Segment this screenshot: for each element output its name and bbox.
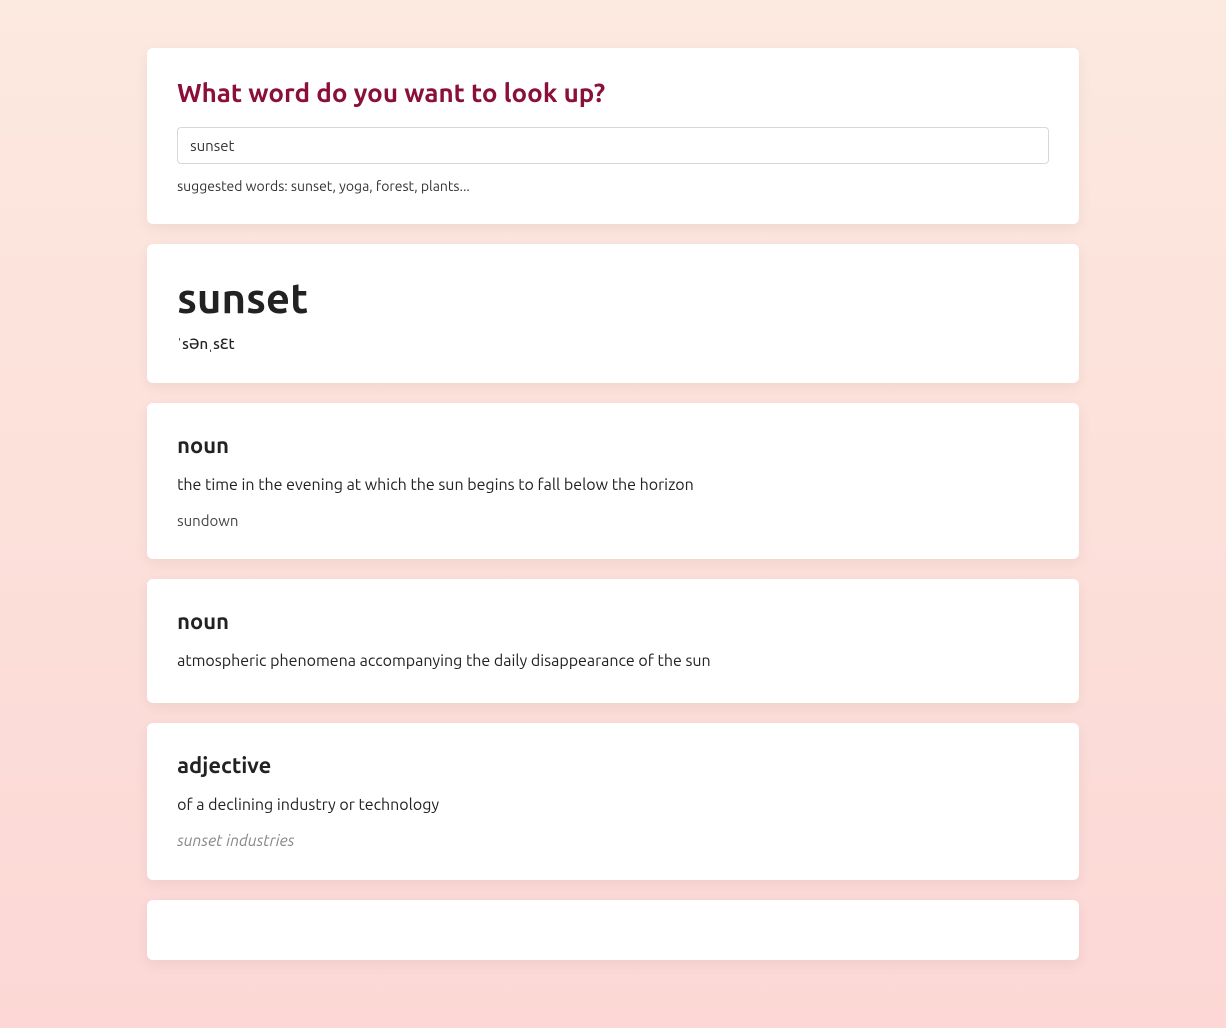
example-text: sunset industries bbox=[177, 832, 1049, 850]
definition-text: of a declining industry or technology bbox=[177, 794, 1049, 816]
meaning-card bbox=[147, 900, 1079, 960]
search-title: What word do you want to look up? bbox=[177, 78, 1049, 107]
part-of-speech: noun bbox=[177, 433, 1049, 458]
search-card: What word do you want to look up? sugges… bbox=[147, 48, 1079, 224]
meaning-card: adjective of a declining industry or tec… bbox=[147, 723, 1079, 880]
meaning-card: noun atmospheric phenomena accompanying … bbox=[147, 579, 1079, 702]
part-of-speech: noun bbox=[177, 609, 1049, 634]
search-suggestions: suggested words: sunset, yoga, forest, p… bbox=[177, 178, 1049, 194]
result-phonetic: ˈsənˌsɛt bbox=[177, 335, 1049, 353]
synonym-text: sundown bbox=[177, 512, 1049, 529]
result-header-card: sunset ˈsənˌsɛt bbox=[147, 244, 1079, 383]
definition-text: the time in the evening at which the sun… bbox=[177, 474, 1049, 496]
meaning-card: noun the time in the evening at which th… bbox=[147, 403, 1079, 559]
part-of-speech: adjective bbox=[177, 753, 1049, 778]
result-word: sunset bbox=[177, 274, 1049, 321]
search-input[interactable] bbox=[177, 127, 1049, 164]
definition-text: atmospheric phenomena accompanying the d… bbox=[177, 650, 1049, 672]
